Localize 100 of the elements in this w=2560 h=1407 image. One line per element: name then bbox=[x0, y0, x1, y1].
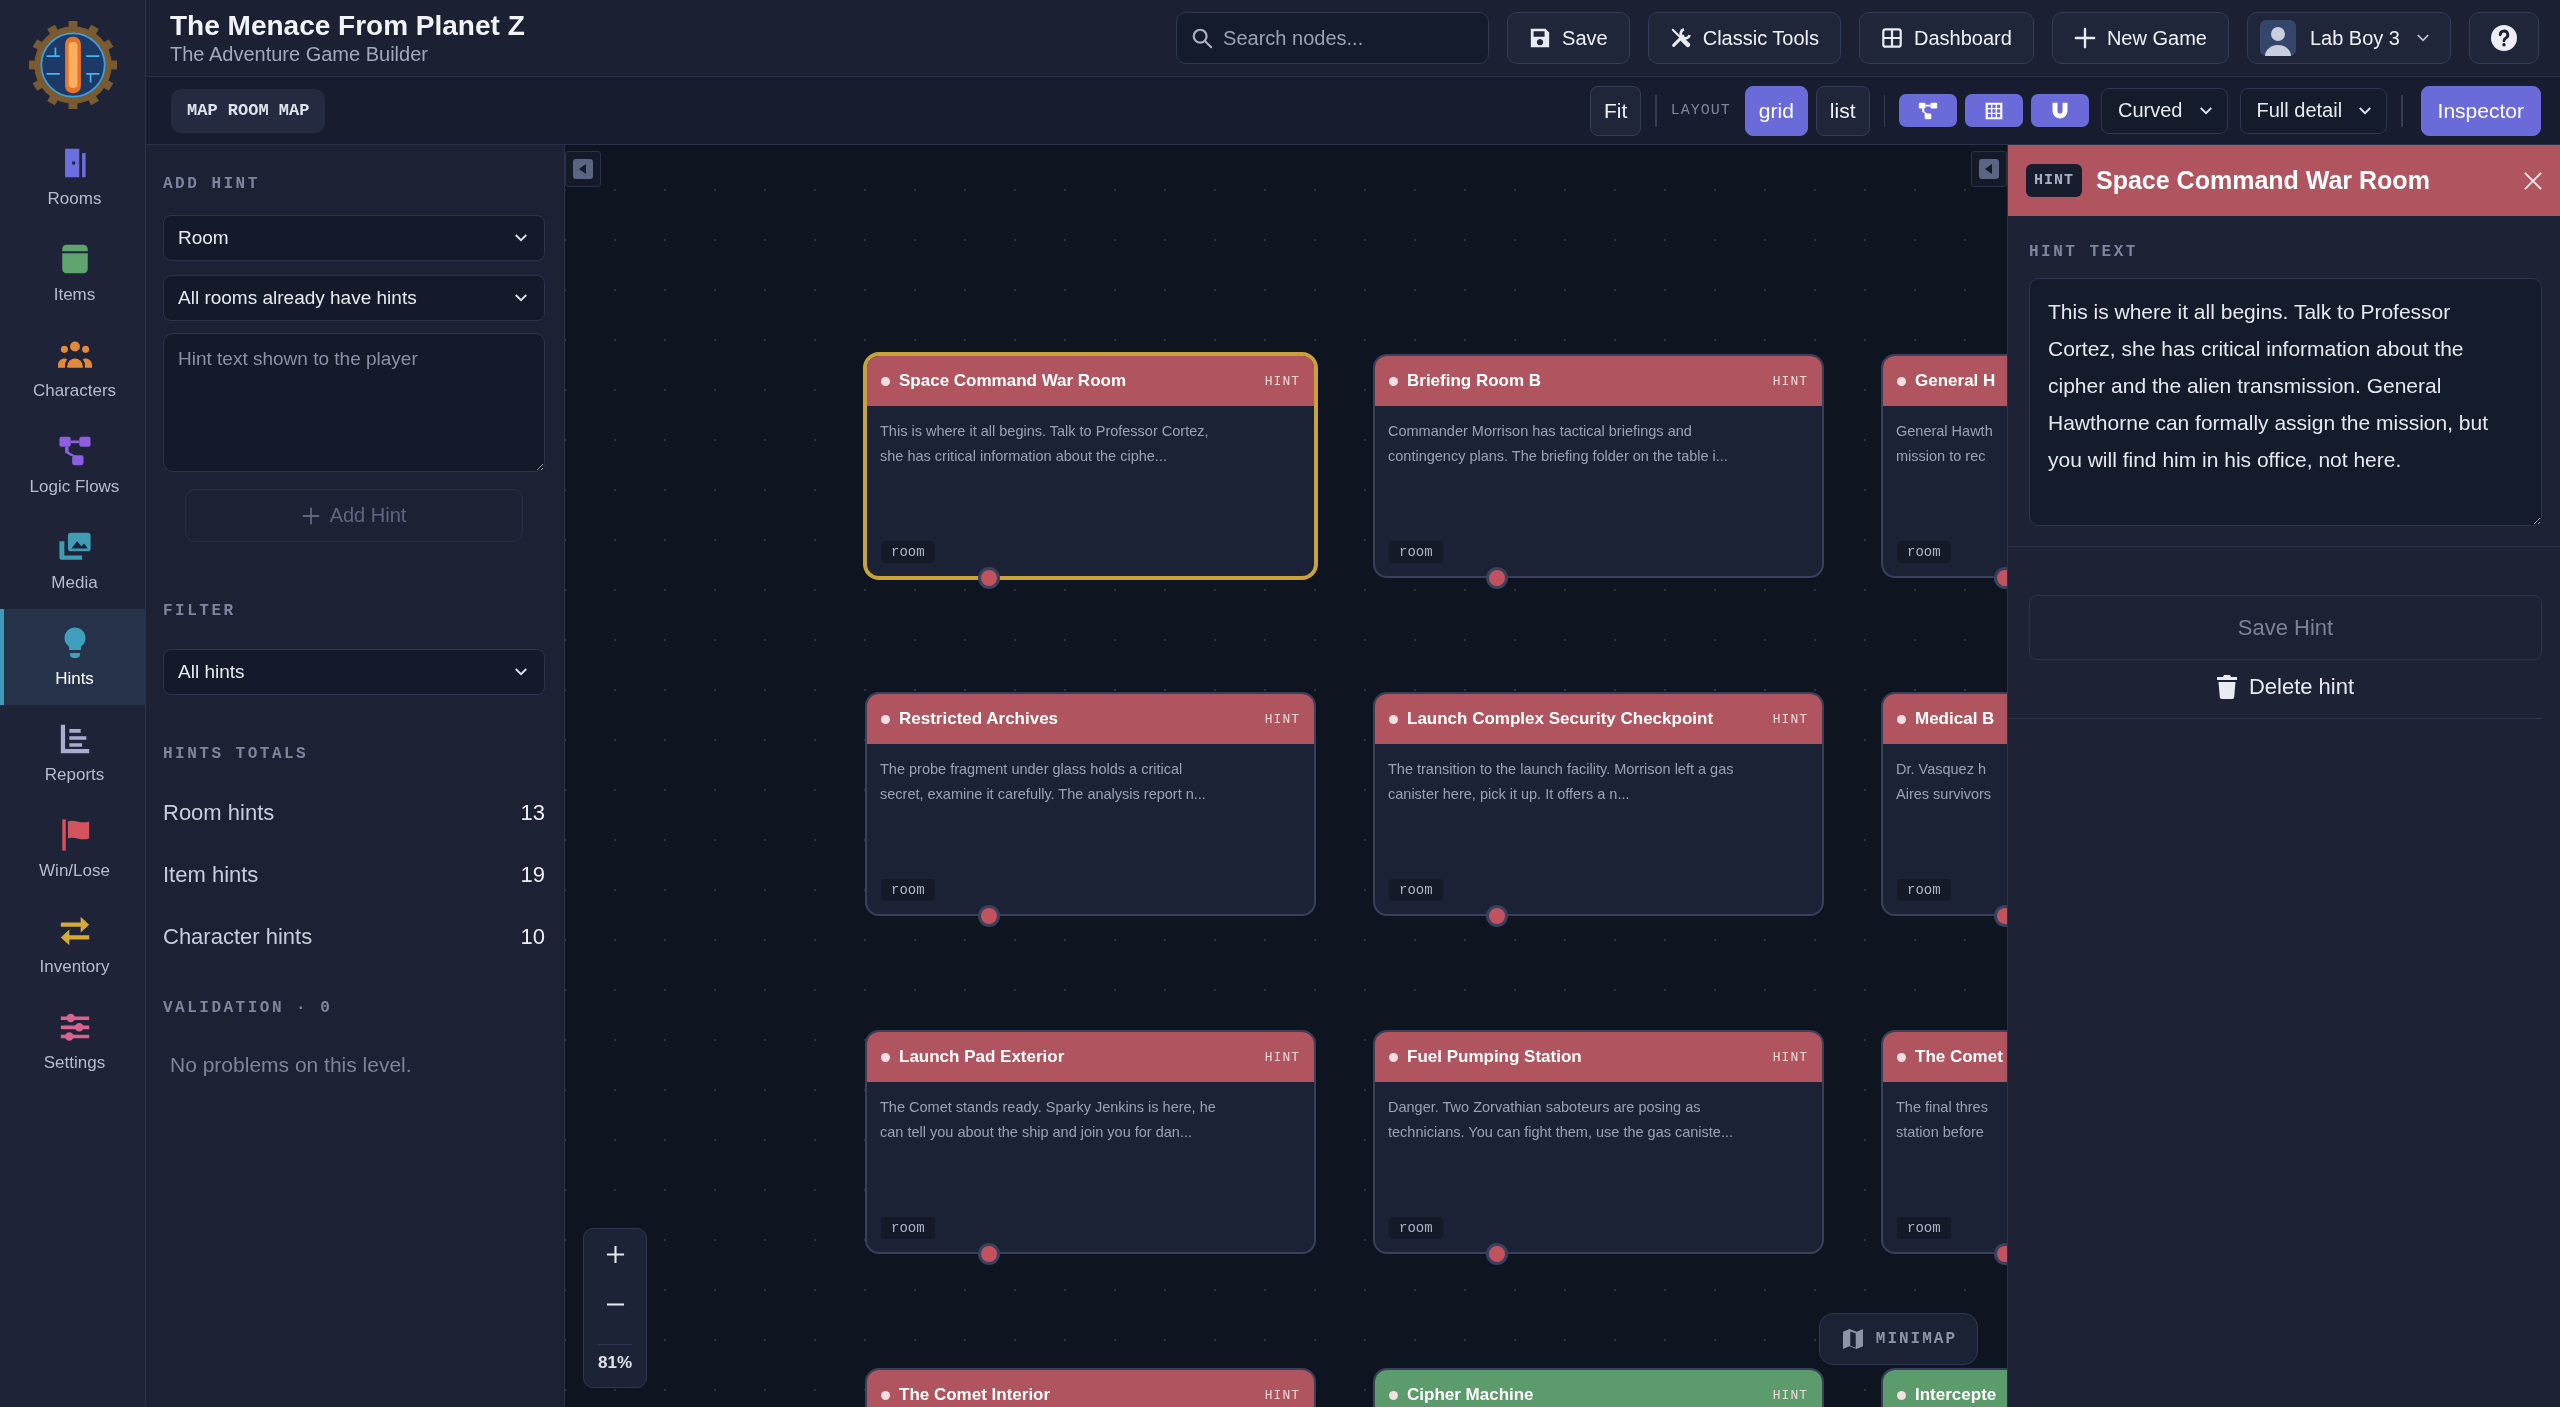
toolbar-button[interactable]: Dashboard bbox=[1859, 12, 2034, 64]
node-tag: room bbox=[881, 541, 935, 563]
node-type-label: HINT bbox=[2026, 164, 2082, 197]
port-handle-icon[interactable] bbox=[1486, 905, 1508, 927]
zoom-level: 81% bbox=[598, 1344, 632, 1373]
port-handle-icon[interactable] bbox=[978, 1243, 1000, 1265]
port-handle-icon[interactable] bbox=[1486, 1243, 1508, 1265]
nav-item[interactable]: Media bbox=[0, 513, 145, 609]
hint-node[interactable]: Space Command War Room HINT This is where it all begins. Talk to Professor Cortez, she has critical information about the ciphe... room bbox=[865, 354, 1316, 578]
hint-node[interactable]: Fuel Pumping Station HINT Danger. Two Zorvathian saboteurs are posing as technicians. You can fight them, use the gas caniste... room bbox=[1373, 1030, 1824, 1254]
dot-icon bbox=[1897, 1390, 1906, 1400]
nav-item[interactable]: Reports bbox=[0, 705, 145, 801]
hint-node[interactable]: General H General Hawth mission to rec room bbox=[1881, 354, 2007, 578]
nav-item[interactable]: Win/Lose bbox=[0, 801, 145, 897]
node-type-label: HINT bbox=[1264, 1049, 1300, 1065]
edge-style-select[interactable]: Curved bbox=[2101, 87, 2228, 134]
close-icon bbox=[2524, 171, 2542, 190]
node-tag: room bbox=[1389, 1217, 1443, 1239]
help-button[interactable] bbox=[2469, 12, 2539, 64]
view-toggle-button[interactable] bbox=[2031, 94, 2089, 127]
user-menu-button[interactable]: Lab Boy 3 bbox=[2246, 12, 2451, 64]
node-title: Fuel Pumping Station bbox=[1407, 1047, 1582, 1067]
toolbar-button[interactable]: Save bbox=[1507, 12, 1630, 64]
plus-icon bbox=[605, 1244, 625, 1264]
hint-node[interactable]: Restricted Archives HINT The probe fragment under glass holds a critical secret, examine it carefully. The analysis report n... room bbox=[865, 692, 1316, 916]
total-count: 19 bbox=[520, 862, 545, 888]
hint-text-field[interactable]: This is where it all begins. Talk to Professor Cortez, she has critical information about the cipher and the alien transmission. General Hawthorne can formally assign the mission, but you will find him in his office, not here. bbox=[2029, 278, 2542, 526]
hint-text-field[interactable]: Hint text shown to the player bbox=[163, 333, 545, 472]
port-handle-icon[interactable] bbox=[978, 905, 1000, 927]
view-toggle-button[interactable] bbox=[1965, 94, 2023, 127]
node-title: The Comet bbox=[1915, 1047, 2003, 1067]
layout-tab[interactable]: list bbox=[1815, 85, 1870, 136]
node-type-label: HINT bbox=[1772, 711, 1808, 727]
node-title: Launch Pad Exterior bbox=[899, 1047, 1065, 1067]
nav-item[interactable]: Settings bbox=[0, 993, 145, 1089]
node-tag: room bbox=[881, 879, 935, 901]
fit-button[interactable]: Fit bbox=[1589, 85, 1642, 136]
node-type-label: HINT bbox=[1772, 1387, 1808, 1403]
app-title: The Menace From Planet Z bbox=[170, 10, 525, 43]
minimap-button[interactable]: MINIMAP bbox=[1818, 1313, 1978, 1365]
node-tag: room bbox=[1389, 879, 1443, 901]
nav-item[interactable]: Hints bbox=[0, 609, 145, 705]
dot-icon bbox=[1389, 714, 1398, 724]
magnet-icon bbox=[2050, 100, 2070, 121]
triangle-left-icon bbox=[1979, 159, 1999, 179]
dot-icon bbox=[1897, 1052, 1906, 1062]
node-description: Dr. Vasquez h Aires survivors bbox=[1895, 760, 1993, 804]
nav-item[interactable]: Items bbox=[0, 225, 145, 321]
toolbar-button[interactable]: New Game bbox=[2051, 12, 2229, 64]
node-description: The final thres station before bbox=[1895, 1098, 1989, 1142]
total-label: Character hints bbox=[163, 924, 313, 950]
port-handle-icon[interactable] bbox=[1486, 567, 1508, 589]
nav-item[interactable]: Characters bbox=[0, 321, 145, 417]
field-label: HINT TEXT bbox=[2029, 243, 2138, 261]
grid-icon bbox=[1984, 100, 2004, 121]
node-type-label: HINT bbox=[1772, 1049, 1808, 1065]
dot-icon bbox=[1897, 714, 1906, 724]
detail-select[interactable]: Full detail bbox=[2239, 87, 2388, 134]
node-tag: room bbox=[1897, 879, 1951, 901]
node-title: Restricted Archives bbox=[899, 709, 1059, 729]
nav-item[interactable]: Logic Flows bbox=[0, 417, 145, 513]
minus-icon bbox=[605, 1302, 625, 1306]
hint-node[interactable]: The Comet The final thres station before room bbox=[1881, 1030, 2007, 1254]
node-title: Intercepte bbox=[1915, 1385, 1997, 1405]
collapse-panel-button[interactable] bbox=[565, 151, 601, 187]
hint-node[interactable]: Launch Complex Security Checkpoint HINT The transition to the launch facility. Morrison left a gas canister here, pick it up. It offers a n... room bbox=[1373, 692, 1824, 916]
layout-tab[interactable]: grid bbox=[1744, 85, 1808, 136]
port-handle-icon[interactable] bbox=[978, 567, 1000, 589]
total-count: 10 bbox=[520, 924, 545, 950]
dot-icon bbox=[1389, 1390, 1398, 1400]
avatar-icon bbox=[2259, 20, 2296, 56]
hint-node[interactable]: Launch Pad Exterior HINT The Comet stands ready. Sparky Jenkins is here, he can tell you about the ship and join you for dan... room bbox=[865, 1030, 1316, 1254]
dot-icon bbox=[1389, 1052, 1398, 1062]
flow-icon bbox=[1918, 100, 1938, 121]
node-description: This is where it all begins. Talk to Professor Cortez, she has critical information about the ciphe... bbox=[879, 422, 1210, 466]
node-title: Space Command War Room bbox=[899, 371, 1127, 391]
view-toggle-button[interactable] bbox=[1899, 94, 1957, 127]
search-field[interactable]: Search nodes... bbox=[1176, 12, 1490, 64]
hint-node[interactable]: Briefing Room B HINT Commander Morrison has tactical briefings and contingency plans. The briefing folder on the table i... room bbox=[1373, 354, 1824, 578]
hint-node[interactable]: The Comet Interior HINT bbox=[865, 1368, 1316, 1407]
app-subtitle: The Adventure Game Builder bbox=[170, 42, 429, 66]
node-title: Cipher Machine bbox=[1407, 1385, 1534, 1405]
delete-hint-button[interactable]: Delete hint bbox=[2208, 666, 2363, 708]
hint-node[interactable]: Medical B Dr. Vasquez h Aires survivors room bbox=[1881, 692, 2007, 916]
node-type-label: HINT bbox=[1264, 711, 1300, 727]
nav-item[interactable]: Inventory bbox=[0, 897, 145, 993]
node-type-label: HINT bbox=[1772, 373, 1808, 389]
node-title: General H bbox=[1915, 371, 1996, 391]
grid-icon bbox=[1881, 27, 1904, 49]
hint-filter-select[interactable]: All hints bbox=[163, 649, 545, 695]
plus-icon bbox=[301, 506, 320, 525]
nav-item[interactable]: Rooms bbox=[0, 129, 145, 225]
hint-type-select[interactable]: Room bbox=[163, 215, 545, 261]
inspector-toggle-button[interactable]: Inspector bbox=[2420, 85, 2541, 136]
section-heading: HINTS TOTALS bbox=[163, 745, 309, 763]
node-description: Commander Morrison has tactical briefings and contingency plans. The briefing folder on the table i... bbox=[1387, 422, 1729, 466]
collapse-panel-button[interactable] bbox=[1971, 151, 2007, 187]
triangle-left-icon bbox=[573, 159, 593, 179]
hint-target-select[interactable]: All rooms already have hints bbox=[163, 275, 545, 321]
toolbar-button[interactable]: Classic Tools bbox=[1647, 12, 1842, 64]
